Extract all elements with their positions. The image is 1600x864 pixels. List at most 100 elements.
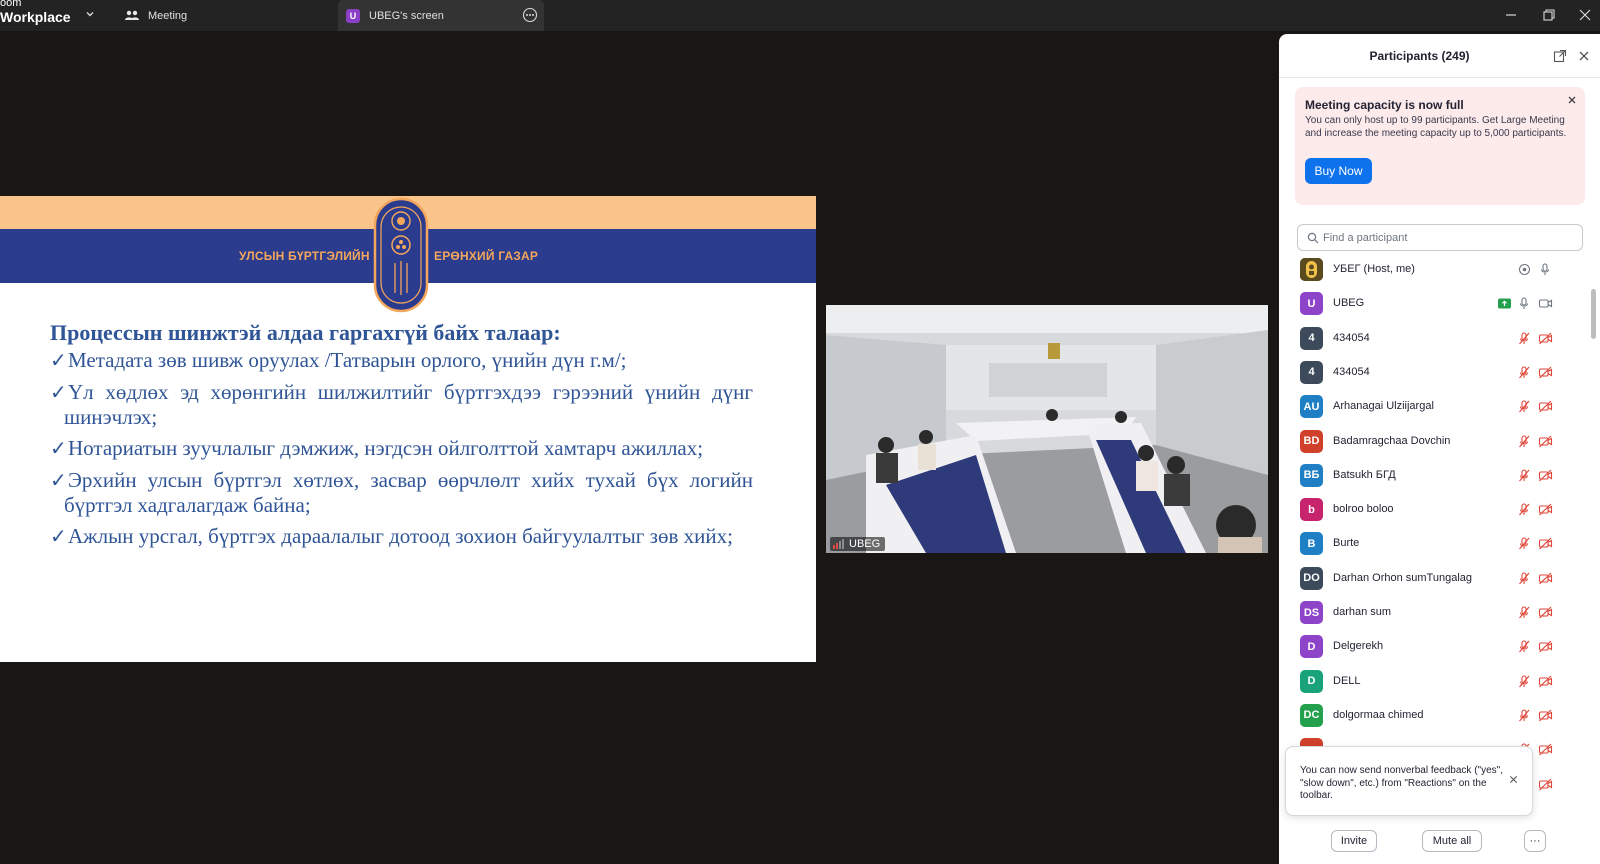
check-icon: ✓ bbox=[50, 350, 67, 372]
mute-all-button[interactable]: Mute all bbox=[1422, 830, 1482, 852]
participant-row[interactable]: DS darhan sum bbox=[1279, 595, 1591, 629]
microphone-muted-icon[interactable] bbox=[1517, 365, 1532, 380]
microphone-muted-icon[interactable] bbox=[1517, 536, 1532, 551]
video-camera-icon[interactable] bbox=[1538, 296, 1553, 311]
minimize-icon[interactable] bbox=[1500, 4, 1522, 26]
alert-title: Meeting capacity is now full bbox=[1305, 98, 1464, 112]
close-panel-icon[interactable] bbox=[1577, 49, 1591, 63]
microphone-icon[interactable] bbox=[1538, 262, 1553, 277]
participant-name: dolgormaa chimed bbox=[1333, 708, 1424, 721]
microphone-muted-icon[interactable] bbox=[1517, 468, 1532, 483]
microphone-muted-icon[interactable] bbox=[1517, 605, 1532, 620]
people-icon bbox=[125, 10, 139, 20]
participant-row[interactable]: УБЕГ (Host, me) bbox=[1279, 252, 1591, 286]
video-off-icon[interactable] bbox=[1538, 777, 1553, 792]
tab-screen-label: UBEG's screen bbox=[369, 9, 444, 22]
participant-name: Arhanagai Ulziijargal bbox=[1333, 400, 1434, 413]
participant-row[interactable]: D Delgerekh bbox=[1279, 629, 1591, 663]
video-participant-name: UBEG bbox=[849, 538, 881, 550]
participant-row[interactable]: BБ Batsukh БГД bbox=[1279, 458, 1591, 492]
participant-avatar: DC bbox=[1300, 703, 1323, 727]
video-off-icon[interactable] bbox=[1538, 536, 1553, 551]
shared-slide: УЛСЫН БҮРТГЭЛИЙН ЕРӨНХИЙ ГАЗАР Процессын… bbox=[0, 196, 816, 662]
video-off-icon[interactable] bbox=[1538, 502, 1553, 517]
video-off-icon[interactable] bbox=[1538, 365, 1553, 380]
participant-search[interactable] bbox=[1297, 224, 1583, 251]
participant-avatar: DO bbox=[1300, 566, 1323, 590]
capacity-alert: Meeting capacity is now full You can onl… bbox=[1295, 87, 1585, 205]
more-options-button[interactable]: ··· bbox=[1524, 830, 1546, 852]
org-name-left: УЛСЫН БҮРТГЭЛИЙН bbox=[239, 249, 370, 263]
video-off-icon[interactable] bbox=[1538, 742, 1553, 757]
participant-name: darhan sum bbox=[1333, 606, 1392, 618]
video-off-icon[interactable] bbox=[1538, 605, 1553, 620]
microphone-muted-icon[interactable] bbox=[1517, 399, 1532, 414]
spotlight-icon[interactable] bbox=[1517, 262, 1532, 277]
participant-row[interactable]: 4 434054 bbox=[1279, 321, 1591, 355]
alert-close-icon[interactable] bbox=[1567, 95, 1577, 105]
participant-row[interactable]: DO Darhan Orhon sumTungalag bbox=[1279, 561, 1591, 595]
video-off-icon[interactable] bbox=[1538, 434, 1553, 449]
video-off-icon[interactable] bbox=[1538, 674, 1553, 689]
tab-shared-screen[interactable]: U UBEG's screen bbox=[338, 0, 544, 31]
title-bar: oom Workplace Meeting U UBEG's screen bbox=[0, 0, 1600, 31]
video-off-icon[interactable] bbox=[1538, 399, 1553, 414]
participant-name: Delgerekh bbox=[1333, 640, 1384, 653]
participant-avatar: D bbox=[1300, 669, 1323, 693]
invite-button[interactable]: Invite bbox=[1331, 830, 1377, 852]
participant-row[interactable]: 4 434054 bbox=[1279, 355, 1591, 389]
participant-row[interactable]: D DELL bbox=[1279, 664, 1591, 698]
toast-close-icon[interactable] bbox=[1509, 775, 1518, 784]
pop-out-icon[interactable] bbox=[1553, 49, 1567, 63]
participant-avatar: U bbox=[1300, 292, 1323, 316]
participant-row[interactable]: AU Arhanagai Ulziijargal bbox=[1279, 389, 1591, 423]
microphone-icon[interactable] bbox=[1517, 296, 1532, 311]
org-name-right: ЕРӨНХИЙ ГАЗАР bbox=[434, 249, 539, 263]
participant-row[interactable]: U UBEG bbox=[1279, 286, 1591, 320]
reactions-tip-toast: You can now send nonverbal feedback ("ye… bbox=[1285, 746, 1533, 816]
participant-row[interactable]: BD Badamragchaa Dovchin bbox=[1279, 424, 1591, 458]
participant-avatar bbox=[1300, 258, 1323, 281]
participant-row[interactable]: b bolroo boloo bbox=[1279, 492, 1591, 526]
microphone-muted-icon[interactable] bbox=[1517, 571, 1532, 586]
microphone-muted-icon[interactable] bbox=[1517, 708, 1532, 723]
check-icon: ✓ bbox=[50, 382, 67, 404]
participant-avatar: DS bbox=[1300, 601, 1323, 624]
microphone-muted-icon[interactable] bbox=[1517, 434, 1532, 449]
video-off-icon[interactable] bbox=[1538, 708, 1553, 723]
chevron-down-icon[interactable] bbox=[84, 8, 96, 20]
tab-meeting-label: Meeting bbox=[148, 9, 188, 22]
slide-bullet: ✓Нотариатын зуучлалыг дэмжиж, нэгдсэн ой… bbox=[50, 436, 753, 461]
search-icon bbox=[1307, 232, 1319, 243]
participant-name: 434054 bbox=[1333, 365, 1370, 378]
search-input[interactable] bbox=[1323, 231, 1563, 244]
video-off-icon[interactable] bbox=[1538, 571, 1553, 586]
slide-bullet-text: Нотариатын зуучлалыг дэмжиж, нэгдсэн ойл… bbox=[68, 436, 704, 460]
participants-panel: Participants (249) Meeting capacity is n… bbox=[1279, 34, 1600, 864]
scrollbar-thumb[interactable] bbox=[1591, 289, 1596, 339]
microphone-muted-icon[interactable] bbox=[1517, 331, 1532, 346]
participant-list-scrollbar[interactable] bbox=[1590, 252, 1596, 812]
video-off-icon[interactable] bbox=[1538, 639, 1553, 654]
participant-row[interactable]: DC dolgormaa chimed bbox=[1279, 698, 1591, 732]
microphone-muted-icon[interactable] bbox=[1517, 674, 1532, 689]
microphone-muted-icon[interactable] bbox=[1517, 502, 1532, 517]
microphone-muted-icon[interactable] bbox=[1517, 639, 1532, 654]
brand-line-2: Workplace bbox=[0, 9, 71, 25]
slide-bullet-list: ✓Метадата зөв шивж оруулах /Татварын орл… bbox=[50, 348, 753, 556]
participant-name: DELL bbox=[1333, 674, 1361, 687]
slide-bullet-text: Эрхийн улсын бүртгэл хөтлөх, засвар өөрч… bbox=[64, 468, 753, 517]
check-icon: ✓ bbox=[50, 526, 67, 548]
restore-icon[interactable] bbox=[1538, 4, 1560, 26]
screen-share-icon[interactable] bbox=[1497, 296, 1512, 311]
participant-row[interactable]: B Burte bbox=[1279, 526, 1591, 560]
app-brand[interactable]: oom Workplace bbox=[0, 0, 80, 29]
participant-name: Darhan Orhon sumTungalag bbox=[1333, 571, 1473, 584]
video-off-icon[interactable] bbox=[1538, 468, 1553, 483]
more-options-icon[interactable] bbox=[522, 7, 538, 23]
buy-now-button[interactable]: Buy Now bbox=[1305, 158, 1372, 184]
video-tile[interactable]: UBEG bbox=[826, 305, 1268, 553]
window-close-icon[interactable] bbox=[1574, 4, 1596, 26]
tab-meeting[interactable]: Meeting bbox=[124, 0, 334, 31]
video-off-icon[interactable] bbox=[1538, 331, 1553, 346]
